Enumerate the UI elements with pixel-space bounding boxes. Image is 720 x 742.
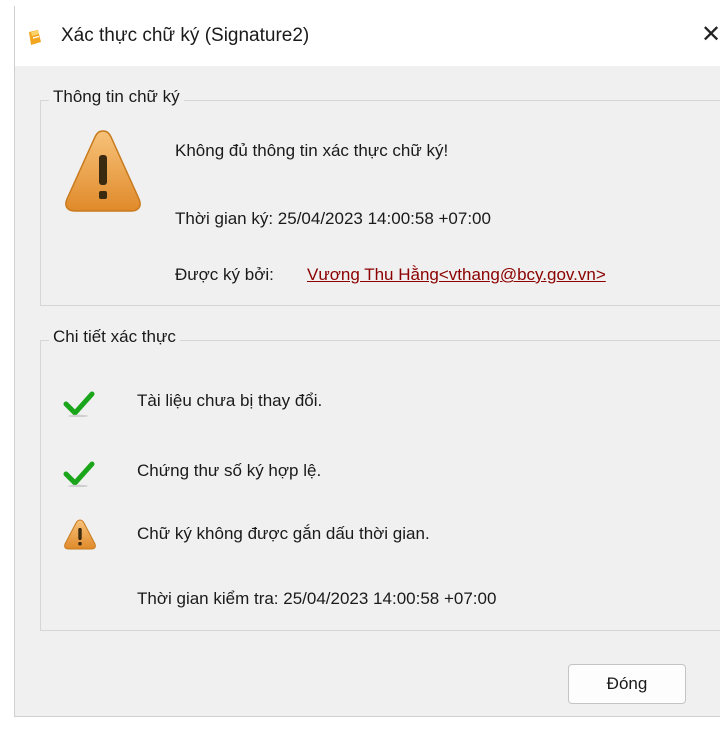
verification-item-certificate-valid: Chứng thư số ký hợp lệ. — [137, 461, 322, 480]
app-icon — [29, 30, 41, 45]
title-bar: Xác thực chữ ký (Signature2) ✕ — [15, 6, 720, 66]
signature-verification-dialog: Xác thực chữ ký (Signature2) ✕ Thông tin… — [14, 6, 720, 717]
verification-item-no-timestamp: Chữ ký không được gắn dấu thời gian. — [137, 524, 430, 543]
warning-icon — [65, 130, 141, 212]
window-title: Xác thực chữ ký (Signature2) — [61, 25, 310, 46]
close-button[interactable]: Đóng — [568, 664, 686, 704]
signer-link[interactable]: Vương Thu Hằng<vthang@bcy.gov.vn> — [307, 265, 606, 285]
check-icon — [63, 461, 95, 487]
check-icon — [63, 391, 95, 417]
signature-status: Không đủ thông tin xác thực chữ ký! — [175, 141, 449, 160]
verification-item-document-unchanged: Tài liệu chưa bị thay đổi. — [137, 391, 323, 410]
close-icon[interactable]: ✕ — [701, 20, 720, 50]
warning-icon — [64, 519, 96, 550]
signed-by-label: Được ký bởi: — [175, 265, 274, 284]
verification-details-group: Chi tiết xác thực Tài liệu chưa bị thay … — [40, 327, 720, 631]
signature-info-group: Thông tin chữ ký Không đủ thông tin xác … — [40, 87, 720, 306]
verification-details-legend: Chi tiết xác thực — [49, 327, 180, 347]
signed-time: Thời gian ký: 25/04/2023 14:00:58 +07:00 — [175, 209, 491, 228]
check-time: Thời gian kiểm tra: 25/04/2023 14:00:58 … — [137, 589, 497, 608]
signature-info-legend: Thông tin chữ ký — [49, 87, 184, 107]
